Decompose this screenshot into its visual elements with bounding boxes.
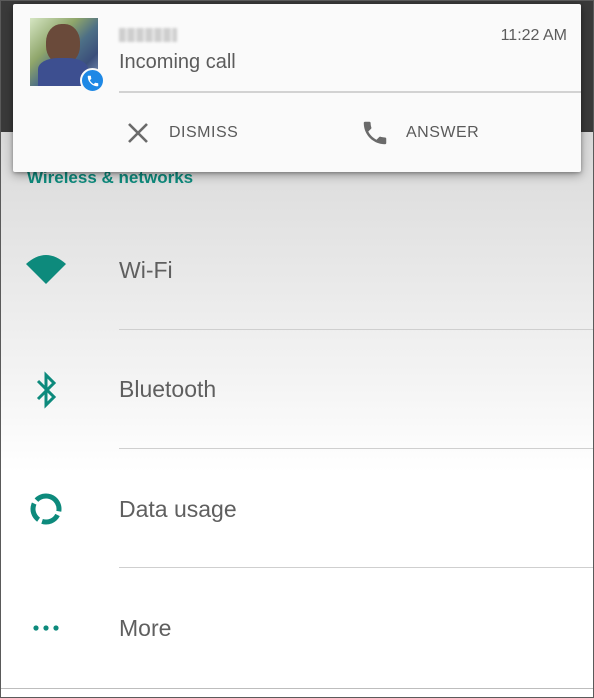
screen-frame bbox=[0, 0, 594, 698]
